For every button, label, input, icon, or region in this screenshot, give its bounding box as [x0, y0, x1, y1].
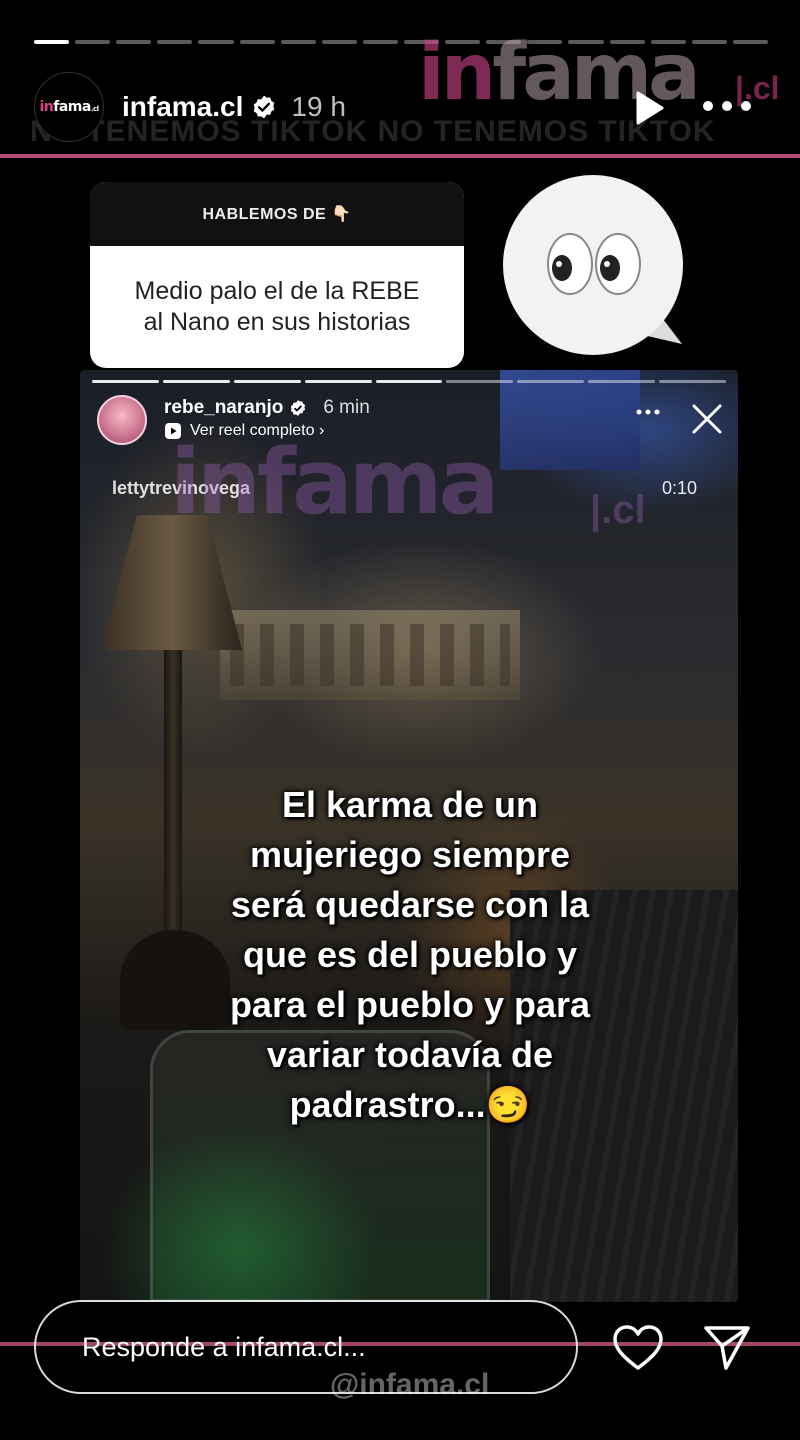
- reel-progress-segment: [304, 380, 372, 383]
- story-progress-segment: [34, 40, 70, 44]
- reel-progress-segment: [92, 380, 159, 383]
- reel-progress-segment: [588, 380, 656, 383]
- question-sticker-body: Medio palo el de la REBE al Nano en sus …: [90, 246, 464, 368]
- story-progress-segment: [116, 40, 152, 44]
- story-progress-segment: [321, 40, 357, 44]
- send-icon[interactable]: [702, 1322, 752, 1372]
- story-progress-segment: [239, 40, 275, 44]
- heart-icon[interactable]: [612, 1324, 664, 1372]
- account-username[interactable]: infama.cl: [122, 91, 243, 123]
- story-progress-segment: [75, 40, 111, 44]
- story-progress-segment: [362, 40, 398, 44]
- story-time: 19 h: [291, 91, 346, 122]
- accent-divider-top: [0, 154, 800, 158]
- reel-progress-segment: [375, 380, 443, 383]
- reel-avatar[interactable]: [97, 395, 147, 445]
- question-sticker-header: HABLEMOS DE 👇🏻: [90, 182, 464, 246]
- story-progress-segment: [732, 40, 768, 44]
- play-icon[interactable]: [628, 88, 668, 128]
- more-options-icon[interactable]: [700, 96, 754, 116]
- reel-background-building: [220, 610, 520, 700]
- question-sticker-text: Medio palo el de la REBE al Nano en sus …: [134, 276, 420, 336]
- handle-watermark: @infama.cl: [330, 1368, 490, 1401]
- reel-background-screen: [500, 370, 640, 470]
- reel-progress-segment: [659, 380, 727, 383]
- question-sticker[interactable]: HABLEMOS DE 👇🏻 Medio palo el de la REBE …: [90, 182, 464, 368]
- account-avatar[interactable]: infama.cl: [34, 72, 104, 142]
- reel-caption: El karma de un mujeriego siempre será qu…: [229, 784, 591, 1125]
- reel-progress-segment: [162, 380, 230, 383]
- story-progress-segment: [157, 40, 193, 44]
- brand-watermark-center-suffix: |.cl: [590, 488, 646, 532]
- reel-progress-segment: [233, 380, 301, 383]
- reply-placeholder: Responde a infama.cl...: [82, 1331, 366, 1362]
- reel-user-row: rebe_naranjo 6 min: [164, 397, 370, 419]
- brand-watermark-center: infama: [170, 430, 499, 535]
- eyes-icon: [503, 175, 683, 355]
- reel-close-icon[interactable]: [690, 402, 724, 436]
- reel-lamp-shade: [102, 515, 242, 650]
- reel-username[interactable]: rebe_naranjo: [164, 397, 283, 419]
- story-progress-segment: [198, 40, 234, 44]
- reply-input[interactable]: Responde a infama.cl...: [34, 1300, 578, 1394]
- reel-more-icon[interactable]: [636, 408, 660, 416]
- reel-verified-icon: [291, 400, 306, 416]
- reel-progress-segment: [446, 380, 514, 383]
- reel-progress: [92, 380, 727, 383]
- reel-time: 6 min: [323, 397, 370, 418]
- story-progress-segment: [280, 40, 316, 44]
- story-header: infama.cl infama.cl 19 h: [34, 70, 780, 144]
- question-sticker-title: HABLEMOS DE 👇🏻: [202, 206, 352, 223]
- reel-progress-segment: [517, 380, 585, 383]
- story-progress-segment: [691, 40, 727, 44]
- avatar-logo: infama.cl: [39, 99, 99, 115]
- reel-timer: 0:10: [662, 478, 698, 498]
- verified-badge-icon: [254, 95, 275, 119]
